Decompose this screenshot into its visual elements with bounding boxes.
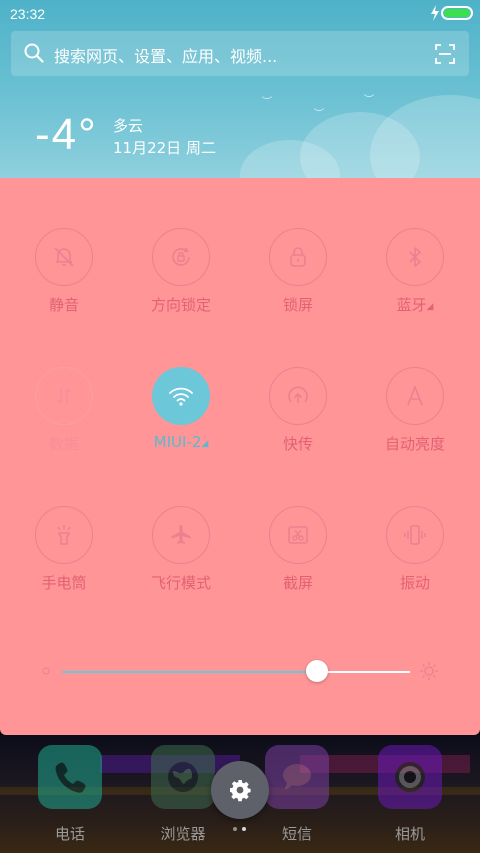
toggle-rotation-lock[interactable]: 方向锁定: [121, 228, 241, 338]
toggle-screenshot[interactable]: 截屏: [238, 506, 358, 616]
toggle-circle: [152, 506, 210, 564]
toggle-label: 手电筒: [41, 574, 87, 592]
bird-icon: ︶: [262, 97, 272, 108]
toggle-vibrate[interactable]: 振动: [355, 506, 475, 616]
toggle-circle: [386, 506, 444, 564]
page-dot: [233, 827, 237, 831]
toggle-label: 锁屏: [282, 296, 313, 314]
search-icon: [24, 43, 44, 63]
brightness-slider[interactable]: [0, 652, 480, 692]
temperature: -4°: [35, 110, 98, 159]
phone-icon: [55, 762, 86, 793]
toggle-circle: [386, 367, 444, 425]
brightness-low-icon: [42, 667, 50, 675]
slider-thumb[interactable]: [306, 660, 328, 682]
toggle-wifi[interactable]: MIUI-2◢: [121, 367, 241, 477]
weather-condition: 多云: [113, 117, 144, 135]
weather-date: 11月22日 周二: [113, 139, 216, 157]
wifi-icon: [169, 387, 193, 406]
toggle-circle: [35, 367, 93, 425]
toggle-label: 蓝牙◢: [355, 294, 475, 315]
scan-icon[interactable]: [435, 44, 455, 64]
toggle-circle: [35, 228, 93, 286]
status-bar: 23:32: [0, 0, 480, 28]
toggle-label: 静音: [48, 296, 79, 314]
toggle-label: 飞行模式: [150, 574, 211, 592]
slider-fill: [62, 671, 318, 673]
browser-globe-icon: [168, 762, 198, 792]
app-label: 短信: [281, 825, 312, 843]
toggle-lock-screen[interactable]: 锁屏: [238, 228, 358, 338]
toggle-flashlight[interactable]: 手电筒: [4, 506, 124, 616]
toggle-label-text: MIUI-2: [153, 433, 202, 451]
app-label: 相机: [394, 825, 425, 843]
toggle-label: 数据: [48, 435, 79, 453]
app-label: 电话: [54, 825, 85, 843]
toggle-silent[interactable]: 静音: [4, 228, 124, 338]
message-icon: [283, 764, 311, 790]
search-bar[interactable]: 搜索网页、设置、应用、视频...: [11, 31, 469, 76]
airplane-icon: [171, 525, 191, 544]
fast-transfer-icon: [288, 386, 308, 403]
toggle-circle: [269, 228, 327, 286]
toggle-circle: [269, 367, 327, 425]
camera-icon: [395, 762, 425, 792]
screenshot-icon: [288, 526, 308, 544]
quick-settings-panel: 静音 方向锁定 锁屏 蓝牙◢ 数据 MIUI-2◢ 快传 自动亮度 手电筒 飞行…: [0, 178, 480, 735]
lock-icon: [290, 247, 306, 267]
clock: 23:32: [10, 6, 46, 22]
app-icon-bg: [38, 745, 102, 809]
toggle-label: 快传: [282, 435, 313, 453]
rotation-lock-icon: [172, 247, 190, 266]
app-label: 浏览器: [160, 825, 206, 843]
battery-icon: [441, 6, 473, 20]
page-indicator: [233, 827, 249, 833]
mobile-data-icon: [57, 388, 71, 404]
toggle-circle: [386, 228, 444, 286]
bell-off-icon: [54, 247, 74, 267]
vibrate-icon: [404, 525, 426, 545]
more-options-icon: ◢: [201, 439, 209, 449]
page-dot-active: [242, 827, 246, 831]
app-icon-bg: [378, 745, 442, 809]
app-icon-bg: [265, 745, 329, 809]
toggle-auto-brightness[interactable]: 自动亮度: [355, 367, 475, 477]
toggle-airplane[interactable]: 飞行模式: [121, 506, 241, 616]
toggle-circle: [35, 506, 93, 564]
more-options-icon: ◢: [426, 302, 434, 312]
weather-header: ︶ ︶ ︶ 23:32 搜索网页、设置、应用、视频... -4° 多云 11月2…: [0, 0, 480, 178]
toggle-label: 方向锁定: [150, 296, 211, 314]
settings-gear-icon: [230, 780, 251, 802]
toggle-label: 自动亮度: [384, 435, 445, 453]
toggle-circle: [152, 367, 210, 425]
bird-icon: ︶: [314, 109, 324, 120]
bird-icon: ︶: [364, 95, 374, 106]
toggle-label: 振动: [399, 574, 430, 592]
app-icon-bg: [151, 745, 215, 809]
auto-brightness-icon: [407, 384, 423, 406]
toggle-label-text: 蓝牙: [396, 296, 427, 314]
toggle-bluetooth[interactable]: 蓝牙◢: [355, 228, 475, 338]
toggle-label: 截屏: [282, 574, 313, 592]
toggle-label: MIUI-2◢: [121, 433, 241, 451]
search-input[interactable]: 搜索网页、设置、应用、视频...: [54, 43, 277, 67]
brightness-high-icon: [420, 662, 438, 680]
settings-button[interactable]: [211, 761, 269, 819]
toggle-fast-transfer[interactable]: 快传: [238, 367, 358, 477]
toggle-circle: [152, 228, 210, 286]
bluetooth-icon: [409, 247, 421, 267]
toggle-mobile-data[interactable]: 数据: [4, 367, 124, 477]
charging-icon: [431, 5, 439, 21]
toggle-circle: [269, 506, 327, 564]
flashlight-icon: [57, 525, 71, 545]
